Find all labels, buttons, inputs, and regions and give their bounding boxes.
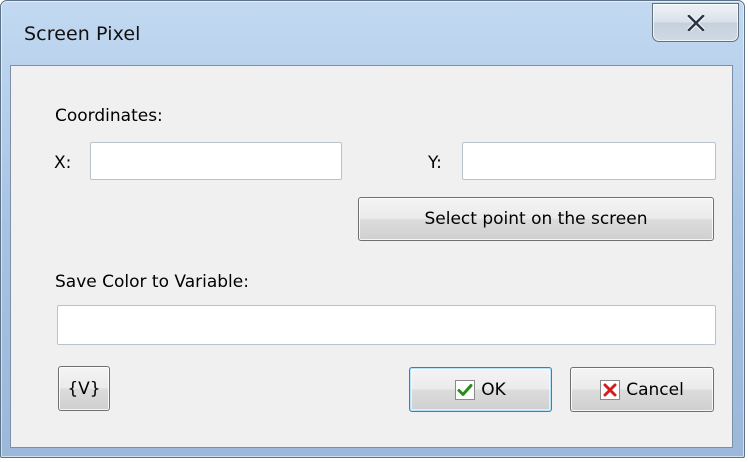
save-color-variable-input[interactable] <box>57 305 716 345</box>
save-color-label: Save Color to Variable: <box>55 272 249 292</box>
checkmark-icon <box>455 379 476 400</box>
dialog-window: Screen Pixel Coordinates: X: Y: Select p… <box>0 0 745 458</box>
window-title: Screen Pixel <box>24 23 141 45</box>
y-label: Y: <box>428 153 442 173</box>
cancel-button-label: Cancel <box>626 379 684 400</box>
close-icon <box>687 15 705 31</box>
variables-button[interactable]: {V} <box>58 366 110 411</box>
ok-button-label: OK <box>481 379 506 400</box>
x-label: X: <box>54 153 72 173</box>
coordinates-label: Coordinates: <box>55 106 163 126</box>
select-point-button[interactable]: Select point on the screen <box>358 197 714 241</box>
cross-icon <box>600 379 621 400</box>
y-coordinate-input[interactable] <box>462 142 716 180</box>
cancel-button[interactable]: Cancel <box>570 367 714 412</box>
dialog-body: Coordinates: X: Y: Select point on the s… <box>10 65 733 448</box>
ok-button[interactable]: OK <box>409 367 552 412</box>
close-button[interactable] <box>652 3 739 42</box>
x-coordinate-input[interactable] <box>90 142 342 180</box>
